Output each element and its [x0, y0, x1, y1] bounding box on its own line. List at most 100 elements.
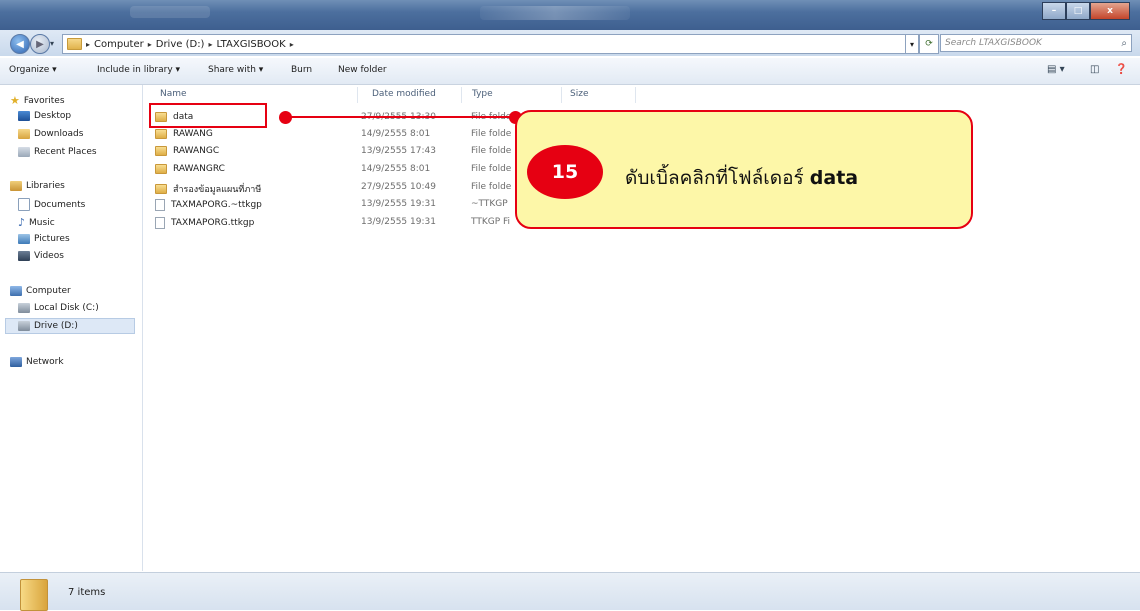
breadcrumb-drive-d[interactable]: Drive (D:) — [156, 39, 205, 50]
sidebar-item-documents[interactable]: Documents — [18, 198, 85, 211]
column-divider[interactable] — [461, 87, 462, 103]
window-controls: – □ x — [1042, 2, 1130, 20]
column-header-name[interactable]: Name — [160, 89, 187, 99]
folder-icon — [155, 129, 167, 139]
network-icon — [10, 357, 22, 367]
desktop-icon — [18, 111, 30, 121]
sidebar-label: Libraries — [26, 181, 65, 191]
file-name: RAWANG — [173, 129, 213, 139]
file-icon — [155, 217, 165, 229]
folder-icon — [67, 38, 82, 50]
sidebar-label: Downloads — [34, 129, 84, 139]
sidebar-item-desktop[interactable]: Desktop — [18, 111, 71, 121]
breadcrumb-separator-icon[interactable]: ▸ — [86, 40, 90, 49]
folder-icon — [20, 579, 48, 611]
preview-pane-icon[interactable]: ◫ — [1090, 64, 1099, 75]
breadcrumb-ltaxgisbook[interactable]: LTAXGISBOOK — [216, 39, 285, 50]
file-type: File folde — [471, 164, 512, 174]
sidebar-label: Drive (D:) — [34, 321, 78, 331]
file-name: TAXMAPORG.ttkgp — [171, 218, 255, 228]
include-in-library-menu[interactable]: Include in library ▾ — [97, 65, 180, 75]
sidebar-label: Recent Places — [34, 147, 97, 157]
organize-menu[interactable]: Organize ▾ — [9, 65, 57, 75]
file-name: RAWANGRC — [173, 164, 225, 174]
title-bar: – □ x — [0, 0, 1140, 30]
search-input[interactable]: Search LTAXGISBOOK ⌕ — [940, 34, 1132, 52]
computer-icon — [10, 286, 22, 296]
title-blur-center — [480, 6, 630, 20]
sidebar-item-drive-d[interactable]: Drive (D:) — [5, 318, 135, 334]
item-count: 7 items — [68, 587, 106, 598]
column-divider[interactable] — [561, 87, 562, 103]
folder-icon — [155, 164, 167, 174]
file-type: ~TTKGP — [471, 199, 508, 209]
burn-button[interactable]: Burn — [291, 65, 312, 75]
file-name: สำรองข้อมูลแผนที่ภาษี — [173, 185, 262, 195]
connector-dot-start — [279, 111, 292, 124]
instruction-target: data — [809, 167, 859, 189]
instruction-text-main: ดับเบิ้ลคลิกที่โฟล์เดอร์ — [625, 167, 804, 189]
sidebar-label: Favorites — [23, 95, 65, 106]
sidebar-item-libraries[interactable]: Libraries — [10, 181, 65, 191]
breadcrumb-computer[interactable]: Computer — [94, 39, 144, 50]
file-name-cell: สำรองข้อมูลแผนที่ภาษี — [155, 182, 261, 196]
breadcrumb-separator-icon[interactable]: ▸ — [148, 40, 152, 49]
forward-button[interactable]: ▶ — [30, 34, 50, 54]
sidebar-item-computer[interactable]: Computer — [10, 286, 71, 296]
documents-icon — [18, 198, 30, 211]
sidebar-label: Computer — [26, 286, 71, 296]
search-icon[interactable]: ⌕ — [1121, 38, 1127, 49]
sidebar-item-favorites[interactable]: ★ Favorites — [10, 94, 65, 107]
address-bar[interactable]: ▸ Computer ▸ Drive (D:) ▸ LTAXGISBOOK ▸ — [62, 34, 906, 54]
recent-places-icon — [18, 147, 30, 157]
music-icon: ♪ — [18, 216, 26, 229]
step-number-badge: 15 — [527, 145, 603, 199]
sidebar-label: Documents — [34, 199, 86, 210]
column-divider[interactable] — [357, 87, 358, 103]
file-date: 14/9/2555 8:01 — [361, 129, 431, 139]
sidebar-item-videos[interactable]: Videos — [18, 251, 64, 261]
libraries-icon — [10, 181, 22, 191]
file-name-cell: TAXMAPORG.ttkgp — [155, 217, 254, 229]
search-placeholder: Search LTAXGISBOOK — [945, 38, 1042, 48]
sidebar-item-network[interactable]: Network — [10, 357, 64, 367]
address-dropdown-button[interactable]: ▾ — [906, 34, 919, 54]
file-name: TAXMAPORG.~ttkgp — [171, 200, 262, 210]
column-header-date-modified[interactable]: Date modified — [372, 89, 436, 99]
refresh-button[interactable]: ⟳ — [919, 34, 939, 54]
address-row: ◀ ▶ ▾ ▸ Computer ▸ Drive (D:) ▸ LTAXGISB… — [0, 30, 1140, 56]
help-icon[interactable]: ❓ — [1115, 64, 1127, 75]
back-button[interactable]: ◀ — [10, 34, 30, 54]
column-divider[interactable] — [635, 87, 636, 103]
breadcrumb-separator-icon[interactable]: ▸ — [208, 40, 212, 49]
view-options-icon[interactable]: ▤ ▾ — [1047, 64, 1065, 75]
minimize-button[interactable]: – — [1042, 2, 1066, 20]
file-date: 13/9/2555 17:43 — [361, 146, 436, 156]
file-type: TTKGP Fi — [471, 217, 511, 227]
sidebar-label: Local Disk (C:) — [34, 303, 99, 313]
command-bar: Organize ▾ Include in library ▾ Share wi… — [0, 58, 1140, 85]
maximize-button[interactable]: □ — [1066, 2, 1090, 20]
file-name: RAWANGC — [173, 146, 220, 156]
folder-icon — [155, 184, 167, 194]
file-type: File folde — [471, 129, 512, 139]
file-date: 14/9/2555 8:01 — [361, 164, 431, 174]
recent-pages-dropdown[interactable]: ▾ — [50, 39, 54, 48]
new-folder-button[interactable]: New folder — [338, 65, 387, 75]
explorer-window: – □ x ◀ ▶ ▾ ▸ Computer ▸ Drive (D:) ▸ LT… — [0, 0, 1140, 611]
column-header-size[interactable]: Size — [570, 89, 588, 99]
sidebar-item-pictures[interactable]: Pictures — [18, 234, 70, 244]
sidebar-label: Videos — [34, 251, 64, 261]
breadcrumb-separator-icon[interactable]: ▸ — [290, 40, 294, 49]
share-with-menu[interactable]: Share with ▾ — [208, 65, 263, 75]
sidebar-item-recent-places[interactable]: Recent Places — [18, 147, 97, 157]
sidebar-item-music[interactable]: ♪ Music — [18, 216, 55, 229]
close-button[interactable]: x — [1090, 2, 1130, 20]
sidebar-item-local-disk[interactable]: Local Disk (C:) — [18, 303, 99, 313]
file-name-cell: RAWANG — [155, 129, 213, 139]
sidebar-label: Pictures — [34, 234, 70, 244]
sidebar-item-downloads[interactable]: Downloads — [18, 129, 83, 139]
column-header-type[interactable]: Type — [472, 89, 493, 99]
sidebar-label: Network — [26, 357, 64, 367]
pictures-icon — [18, 234, 30, 244]
